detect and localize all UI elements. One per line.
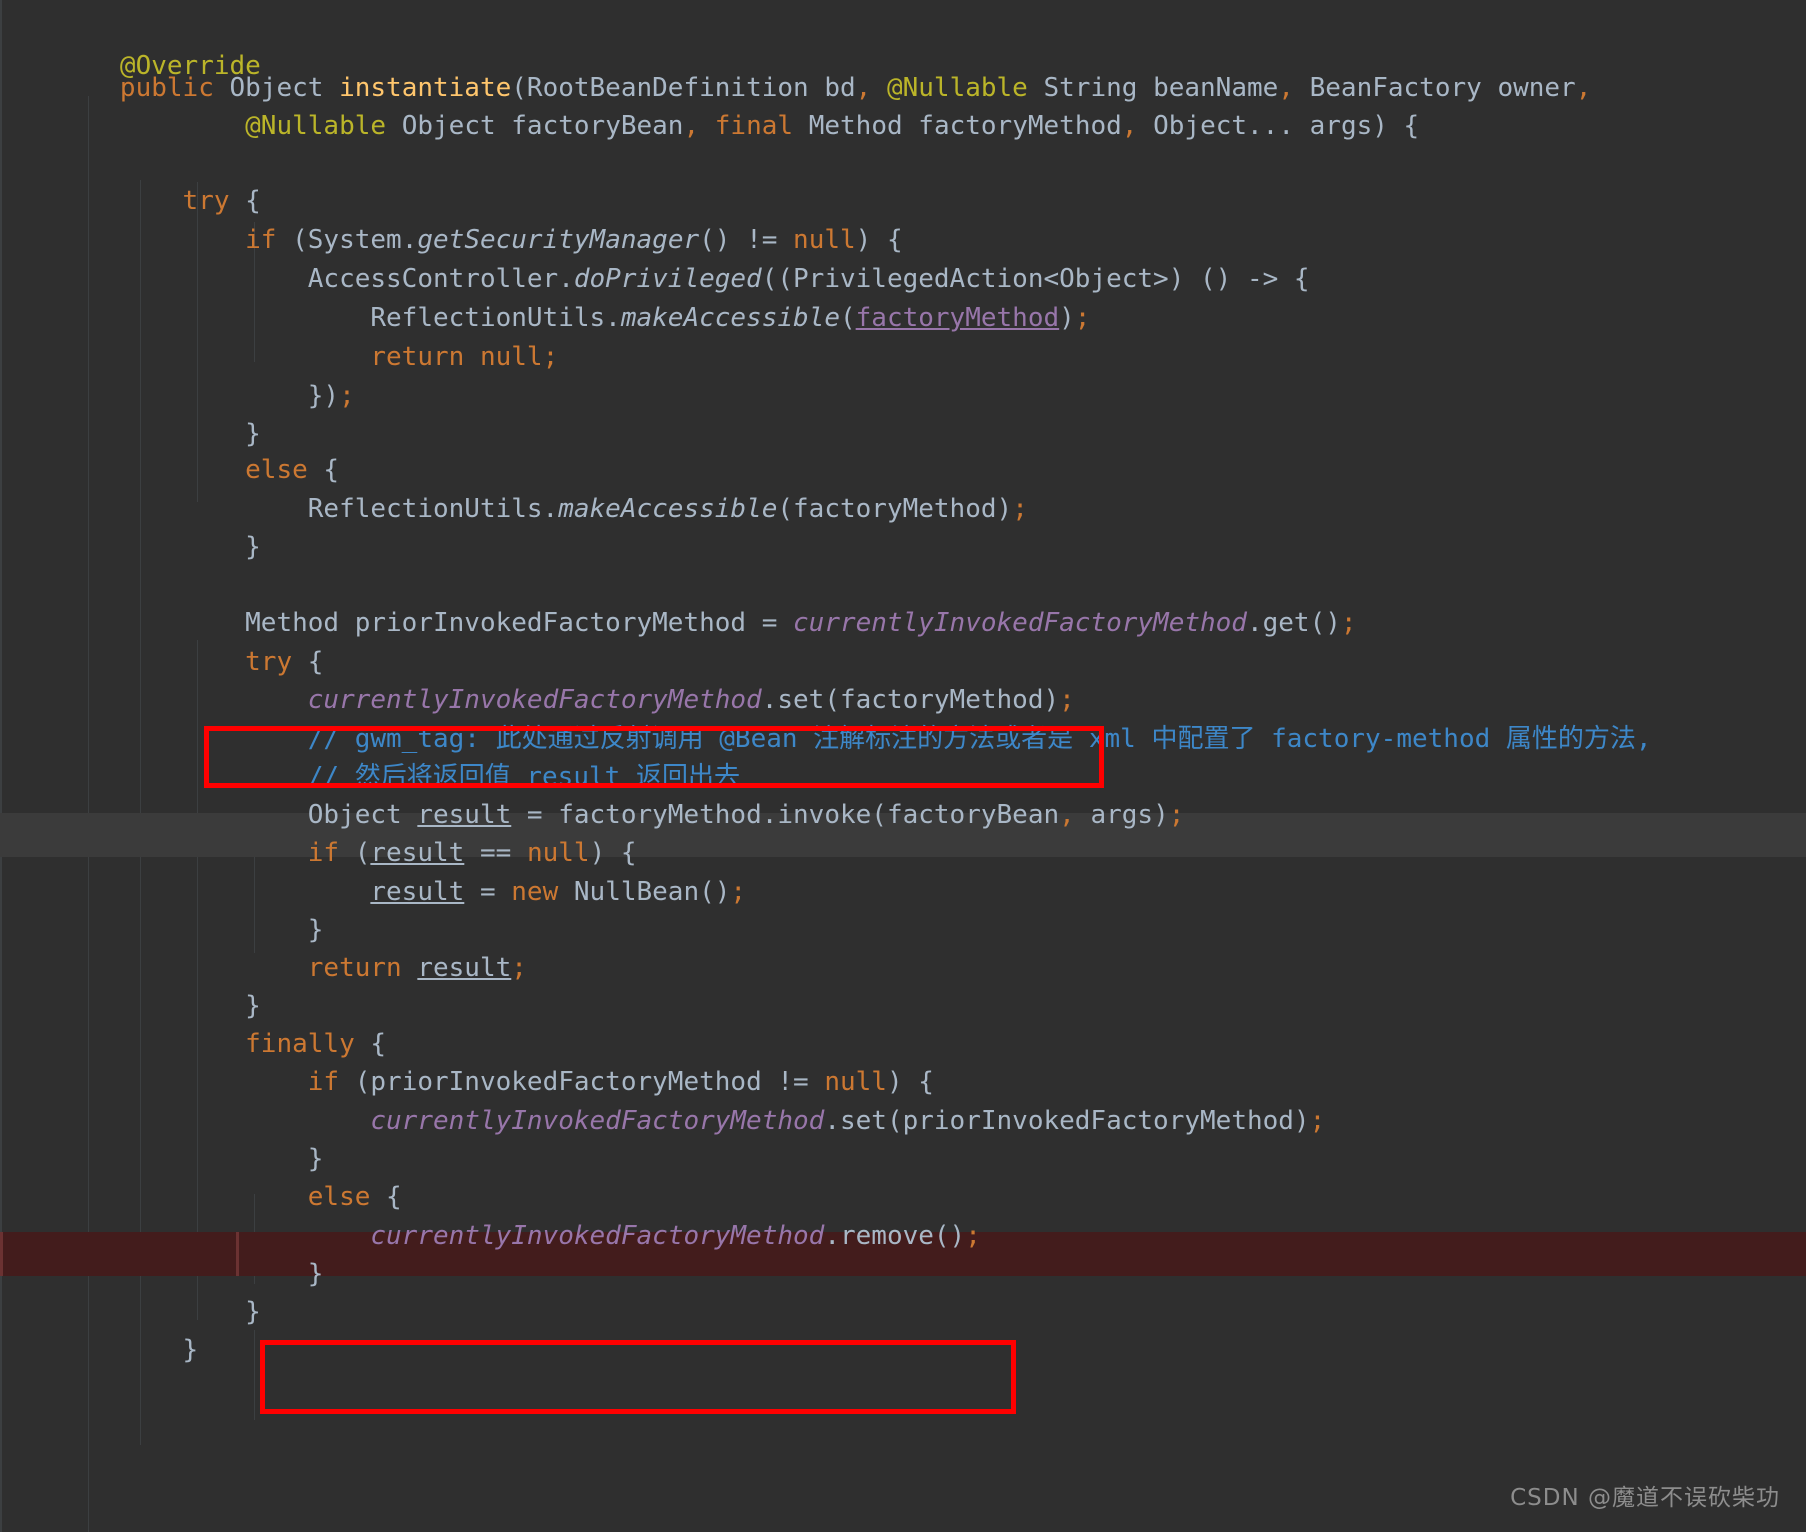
method-call-makeAccessible: makeAccessible	[620, 303, 840, 334]
indent-guide-9	[254, 1330, 255, 1420]
token: }	[119, 1335, 199, 1366]
token: )	[1059, 303, 1075, 334]
method-call-makeAccessible: makeAccessible	[558, 494, 778, 525]
token: .set(priorInvokedFactoryMethod)	[824, 1106, 1310, 1137]
code-line[interactable]: else {	[26, 1131, 402, 1212]
token: ;	[1168, 800, 1185, 831]
static-field-currentlyInvokedFactoryMethod: currentlyInvokedFactoryMethod	[370, 1221, 825, 1252]
token: ;	[339, 381, 355, 412]
keyword-return: return	[370, 342, 465, 373]
token: .get()	[1246, 608, 1341, 639]
code-line[interactable]: ReflectionUtils.makeAccessible(factoryMe…	[26, 252, 1090, 333]
token: ;	[1012, 494, 1028, 525]
token: ;	[511, 953, 527, 984]
token: ,	[1059, 800, 1075, 831]
code-line[interactable]: if (result == null) {	[26, 787, 637, 868]
code-line[interactable]: if (priorInvokedFactoryMethod != null) {	[26, 1016, 934, 1097]
code-line[interactable]: currentlyInvokedFactoryMethod.set(factor…	[26, 634, 1075, 715]
token: Object... args) {	[1137, 111, 1420, 142]
code-line[interactable]: }	[26, 481, 261, 562]
token: ;	[730, 877, 747, 908]
annotation-nullable: @Nullable	[245, 111, 387, 142]
annotation-box-remove	[260, 1340, 1016, 1414]
code-line[interactable]: @Nullable Object factoryBean, final Meth…	[26, 60, 1419, 141]
token: Method factoryMethod	[793, 111, 1122, 142]
token: ,	[1575, 73, 1592, 104]
keyword-final: final	[714, 111, 794, 142]
token: ;	[1074, 303, 1091, 334]
code-line[interactable]: }	[26, 1284, 199, 1365]
watermark-text: CSDN @魔道不误砍柴功	[1510, 1485, 1780, 1511]
token: ;	[965, 1221, 981, 1252]
code-line[interactable]: AccessController.doPrivileged((Privilege…	[26, 213, 1310, 294]
token: args)	[1074, 800, 1169, 831]
token: ,	[1121, 111, 1138, 142]
token: ;	[1340, 608, 1357, 639]
code-line[interactable]: if (System.getSecurityManager() != null)…	[26, 174, 902, 255]
editor-left-border	[0, 0, 2, 1532]
token: (	[839, 303, 856, 334]
code-line[interactable]: Method priorInvokedFactoryMethod = curre…	[26, 557, 1356, 638]
token: Object factoryBean	[386, 111, 684, 142]
token: .remove()	[824, 1221, 966, 1252]
param-factoryMethod: factoryMethod	[855, 303, 1060, 334]
code-line[interactable]: else {	[26, 404, 339, 485]
keyword-null: null	[479, 342, 543, 373]
code-editor-viewport[interactable]: @Override public Object instantiate(Root…	[0, 0, 1806, 1532]
variable-result: result	[417, 953, 512, 984]
token: NullBean()	[558, 877, 731, 908]
token: (factoryMethod)	[777, 494, 1013, 525]
token: ;	[542, 342, 559, 373]
code-line[interactable]: try {	[26, 135, 261, 216]
code-line[interactable]: return null;	[26, 291, 558, 372]
execution-line-marker	[0, 1232, 3, 1276]
static-field-currentlyInvokedFactoryMethod: currentlyInvokedFactoryMethod	[370, 1106, 825, 1137]
token: ;	[1309, 1106, 1326, 1137]
token: ,	[683, 111, 700, 142]
